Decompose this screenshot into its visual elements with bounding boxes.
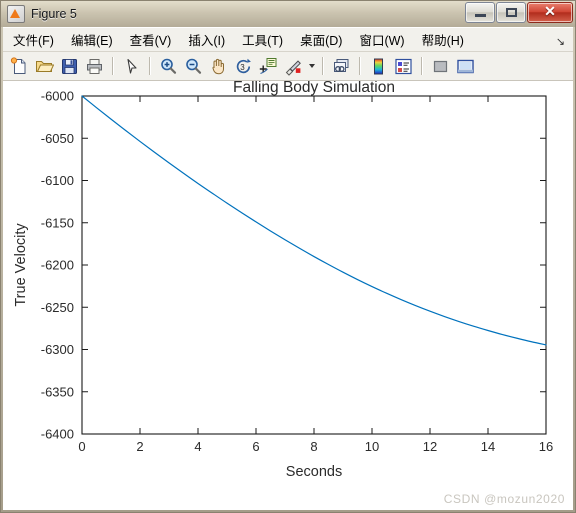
window-title: Figure 5 <box>31 7 77 21</box>
new-figure-icon[interactable] <box>8 55 31 78</box>
show-plot-tools-icon[interactable] <box>454 55 477 78</box>
brush-options-chevron-down-icon[interactable] <box>306 55 317 78</box>
axes-box <box>81 95 547 435</box>
svg-text:3: 3 <box>240 63 245 72</box>
x-tick-label: 2 <box>136 439 143 454</box>
data-line <box>81 95 547 346</box>
maximize-icon <box>505 8 517 17</box>
x-tick-label: 6 <box>252 439 259 454</box>
window-controls: ✕ <box>464 2 573 23</box>
close-button[interactable]: ✕ <box>527 2 573 23</box>
y-axis-label: True Velocity <box>13 223 29 307</box>
y-tick-label: -6350 <box>41 384 74 399</box>
save-figure-icon[interactable] <box>58 55 81 78</box>
y-tick-label: -6250 <box>41 300 74 315</box>
x-tick-label: 0 <box>78 439 85 454</box>
edit-plot-arrow-icon[interactable] <box>120 55 143 78</box>
menu-item-window[interactable]: 窗口(W) <box>352 27 411 52</box>
menu-item-view[interactable]: 查看(V) <box>123 27 179 52</box>
y-tick-label: -6300 <box>41 342 74 357</box>
title-bar: Figure 5 ✕ <box>1 1 575 27</box>
x-tick-label: 12 <box>423 439 437 454</box>
menu-overflow-icon[interactable]: ↘ <box>556 35 565 48</box>
toolbar-separator <box>149 57 151 75</box>
colorbar-icon[interactable] <box>367 55 390 78</box>
menu-item-help[interactable]: 帮助(H) <box>415 27 471 52</box>
menu-item-edit[interactable]: 编辑(E) <box>64 27 120 52</box>
figure-window: Figure 5 ✕ 文件(F) 编辑(E) 查看(V) 插入(I) 工具(T)… <box>0 0 576 513</box>
figure-canvas[interactable]: 0 2 4 6 8 10 12 14 16 -6400 -6350 -6300 -6250 -6200 -6… <box>3 81 573 510</box>
x-tick-label: 10 <box>365 439 379 454</box>
toolbar-separator <box>421 57 423 75</box>
y-tick-label: -6200 <box>41 258 74 273</box>
x-tick-label: 4 <box>194 439 201 454</box>
close-icon: ✕ <box>544 4 556 20</box>
x-tick-label: 16 <box>539 439 553 454</box>
maximize-button[interactable] <box>496 2 526 23</box>
toolbar-separator <box>359 57 361 75</box>
hide-plot-tools-icon[interactable] <box>429 55 452 78</box>
toolbar-separator <box>322 57 324 75</box>
rotate-3d-icon[interactable]: 3 <box>232 55 255 78</box>
y-tick-label: -6150 <box>41 215 74 230</box>
open-file-icon[interactable] <box>33 55 56 78</box>
minimize-button[interactable] <box>465 2 495 23</box>
brush-data-icon[interactable] <box>282 55 305 78</box>
x-axis-label: Seconds <box>286 464 342 480</box>
print-figure-icon[interactable] <box>83 55 106 78</box>
legend-icon[interactable] <box>392 55 415 78</box>
menu-bar: 文件(F) 编辑(E) 查看(V) 插入(I) 工具(T) 桌面(D) 窗口(W… <box>3 27 573 52</box>
plot-area[interactable]: 0 2 4 6 8 10 12 14 16 -6400 -6350 -6300 -6250 -6200 -6… <box>3 81 573 483</box>
toolbar-separator <box>112 57 114 75</box>
data-cursor-icon[interactable] <box>257 55 280 78</box>
matlab-figure-icon <box>7 5 25 23</box>
menu-item-insert[interactable]: 插入(I) <box>181 27 232 52</box>
y-tick-label: -6050 <box>41 131 74 146</box>
tool-bar: 3 <box>3 52 573 81</box>
watermark-text: CSDN @mozun2020 <box>443 492 565 506</box>
y-tick-label: -6100 <box>41 173 74 188</box>
chart-title: Falling Body Simulation <box>233 81 395 96</box>
y-tick-label: -6000 <box>41 89 74 104</box>
link-plot-icon[interactable] <box>330 55 353 78</box>
pan-hand-icon[interactable] <box>207 55 230 78</box>
menu-item-tools[interactable]: 工具(T) <box>235 27 290 52</box>
x-tick-label: 14 <box>481 439 495 454</box>
menu-item-file[interactable]: 文件(F) <box>6 27 61 52</box>
y-tick-label: -6400 <box>41 427 74 442</box>
zoom-out-icon[interactable] <box>182 55 205 78</box>
menu-item-desktop[interactable]: 桌面(D) <box>293 27 349 52</box>
minimize-icon <box>474 14 486 17</box>
zoom-in-icon[interactable] <box>157 55 180 78</box>
x-tick-label: 8 <box>310 439 317 454</box>
